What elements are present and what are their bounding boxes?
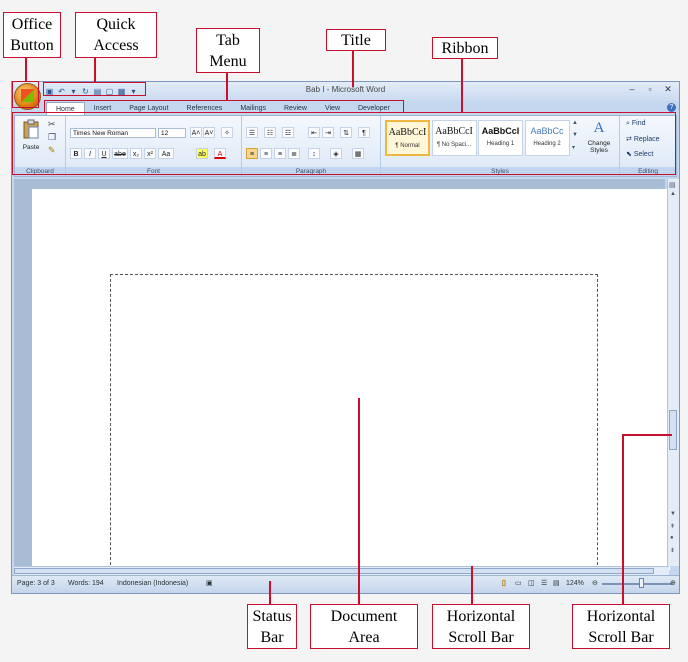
callout-scroll-bar-bottom: Horizontal Scroll Bar: [432, 604, 530, 649]
callout-title: Title: [326, 29, 386, 51]
callout-status-bar-line1: Status: [252, 608, 292, 625]
leader-scroll-bar-right-v: [622, 434, 624, 604]
callout-title-text: Title: [341, 32, 371, 49]
callout-scroll-bar-bottom-line2: Scroll Bar: [448, 629, 514, 646]
draft-view-icon[interactable]: ▤: [553, 579, 560, 587]
macro-record-icon[interactable]: ▣: [206, 579, 213, 587]
callout-scroll-bar-right: Horizontal Scroll Bar: [572, 604, 670, 649]
callout-tab-menu: Tab Menu: [196, 28, 260, 73]
callout-quick-access: Quick Access: [75, 12, 157, 58]
scroll-up-icon[interactable]: ▲: [670, 191, 676, 197]
outline-view-icon[interactable]: ☰: [541, 579, 547, 587]
callout-document-area: Document Area: [310, 604, 418, 649]
callout-tab-menu-line1: Tab: [216, 32, 240, 49]
web-layout-view-icon[interactable]: ◫: [528, 579, 535, 587]
callout-status-bar: Status Bar: [247, 604, 297, 649]
callout-document-area-line1: Document: [330, 608, 398, 625]
zoom-slider[interactable]: [602, 583, 672, 585]
status-bar: Page: 3 of 3 Words: 194 Indonesian (Indo…: [12, 575, 679, 593]
scroll-down-icon[interactable]: ▼: [670, 511, 676, 517]
leader-office-button: [25, 58, 27, 82]
horizontal-scroll-thumb[interactable]: [14, 568, 654, 574]
vertical-scroll-thumb[interactable]: [669, 410, 677, 450]
ruler-toggle-icon[interactable]: ▤: [669, 181, 676, 189]
zoom-level[interactable]: 124%: [566, 580, 584, 587]
callout-office-button-line2: Button: [10, 37, 54, 54]
office-button-highlight: [12, 81, 39, 108]
language-indicator[interactable]: Indonesian (Indonesia): [117, 580, 188, 587]
callout-ribbon: Ribbon: [432, 37, 498, 59]
print-layout-view-icon[interactable]: ▯: [502, 579, 506, 587]
callout-document-area-line2: Area: [348, 629, 380, 646]
callout-office-button-line1: Office: [11, 16, 53, 33]
leader-scroll-bar-bottom: [471, 566, 473, 604]
callout-tab-menu-line2: Menu: [209, 53, 247, 70]
callout-office-button: Office Button: [3, 12, 61, 58]
callout-scroll-bar-right-line1: Horizontal: [586, 608, 656, 625]
word-count[interactable]: Words: 194: [68, 580, 104, 587]
callout-ribbon-text: Ribbon: [441, 40, 489, 57]
callout-quick-access-line1: Quick: [96, 16, 136, 33]
page-count[interactable]: Page: 3 of 3: [17, 580, 55, 587]
ribbon-highlight: [12, 112, 676, 175]
leader-quick-access: [94, 58, 96, 82]
previous-page-icon[interactable]: ⇞: [670, 523, 675, 530]
callout-status-bar-line2: Bar: [260, 629, 284, 646]
quick-access-highlight: [43, 82, 146, 96]
select-browse-object-icon[interactable]: ●: [670, 535, 674, 541]
leader-scroll-bar-right-h: [622, 434, 672, 436]
document-area-background: [14, 179, 670, 575]
callout-quick-access-line2: Access: [93, 37, 139, 54]
leader-ribbon: [461, 59, 463, 112]
vertical-scroll-bar[interactable]: ▤ ▲ ▼ ⇞ ● ⇟: [667, 179, 679, 566]
zoom-in-icon[interactable]: ⊕: [670, 579, 676, 587]
text-boundary: [110, 274, 598, 575]
restore-button[interactable]: ▫: [643, 84, 657, 94]
next-page-icon[interactable]: ⇟: [670, 547, 675, 554]
callout-scroll-bar-right-line2: Scroll Bar: [588, 629, 654, 646]
zoom-out-icon[interactable]: ⊖: [592, 579, 598, 587]
leader-document-area: [358, 398, 360, 604]
leader-status-bar: [269, 581, 271, 604]
help-icon[interactable]: ?: [667, 103, 676, 112]
close-button[interactable]: ✕: [661, 84, 675, 95]
minimize-button[interactable]: –: [625, 84, 639, 94]
leader-title: [352, 51, 354, 87]
zoom-slider-knob[interactable]: [639, 578, 644, 588]
full-screen-view-icon[interactable]: ▭: [515, 579, 522, 587]
callout-scroll-bar-bottom-line1: Horizontal: [446, 608, 516, 625]
document-page[interactable]: [32, 189, 670, 575]
leader-tab-menu: [226, 73, 228, 100]
